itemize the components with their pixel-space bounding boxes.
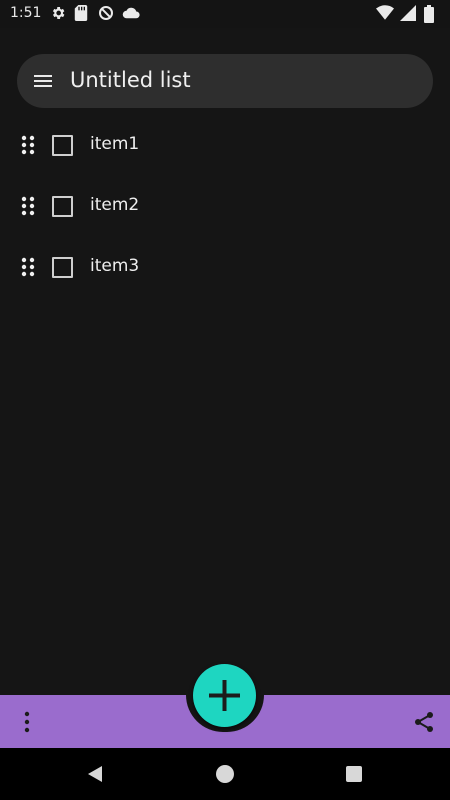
item-checkbox[interactable] xyxy=(52,135,73,156)
back-icon[interactable] xyxy=(85,764,105,784)
more-vert-icon[interactable] xyxy=(17,710,37,734)
item-label[interactable]: item1 xyxy=(90,134,139,154)
list-title[interactable]: Untitled list xyxy=(70,68,191,92)
cloud-icon xyxy=(122,5,140,23)
add-item-button[interactable] xyxy=(193,664,256,727)
hamburger-menu-icon[interactable] xyxy=(32,69,56,93)
battery-icon xyxy=(424,5,442,23)
drag-handle-icon[interactable] xyxy=(20,134,36,156)
share-icon[interactable] xyxy=(412,710,436,734)
signal-icon xyxy=(400,5,418,23)
sd-card-icon xyxy=(74,5,92,23)
settings-icon xyxy=(50,5,68,23)
status-time: 1:51 xyxy=(10,5,42,21)
plus-icon xyxy=(209,680,240,711)
item-checkbox[interactable] xyxy=(52,196,73,217)
list-item[interactable]: item2 xyxy=(0,175,450,236)
status-right-icons xyxy=(376,5,442,23)
home-icon[interactable] xyxy=(216,765,234,783)
drag-handle-icon[interactable] xyxy=(20,195,36,217)
item-checkbox[interactable] xyxy=(52,257,73,278)
checklist: item1 item2 item3 xyxy=(0,114,450,297)
recents-icon[interactable] xyxy=(346,766,362,782)
status-bar: 1:51 xyxy=(0,0,450,28)
list-item[interactable]: item3 xyxy=(0,236,450,297)
title-bar[interactable]: Untitled list xyxy=(17,54,433,108)
status-left-icons xyxy=(50,5,140,23)
item-label[interactable]: item3 xyxy=(90,256,139,276)
drag-handle-icon[interactable] xyxy=(20,256,36,278)
list-item[interactable]: item1 xyxy=(0,114,450,175)
no-sync-icon xyxy=(98,5,116,23)
wifi-icon xyxy=(376,5,394,23)
item-label[interactable]: item2 xyxy=(90,195,139,215)
app-screen: 1:51 Untitled list item1 item2 item3 xyxy=(0,0,450,800)
